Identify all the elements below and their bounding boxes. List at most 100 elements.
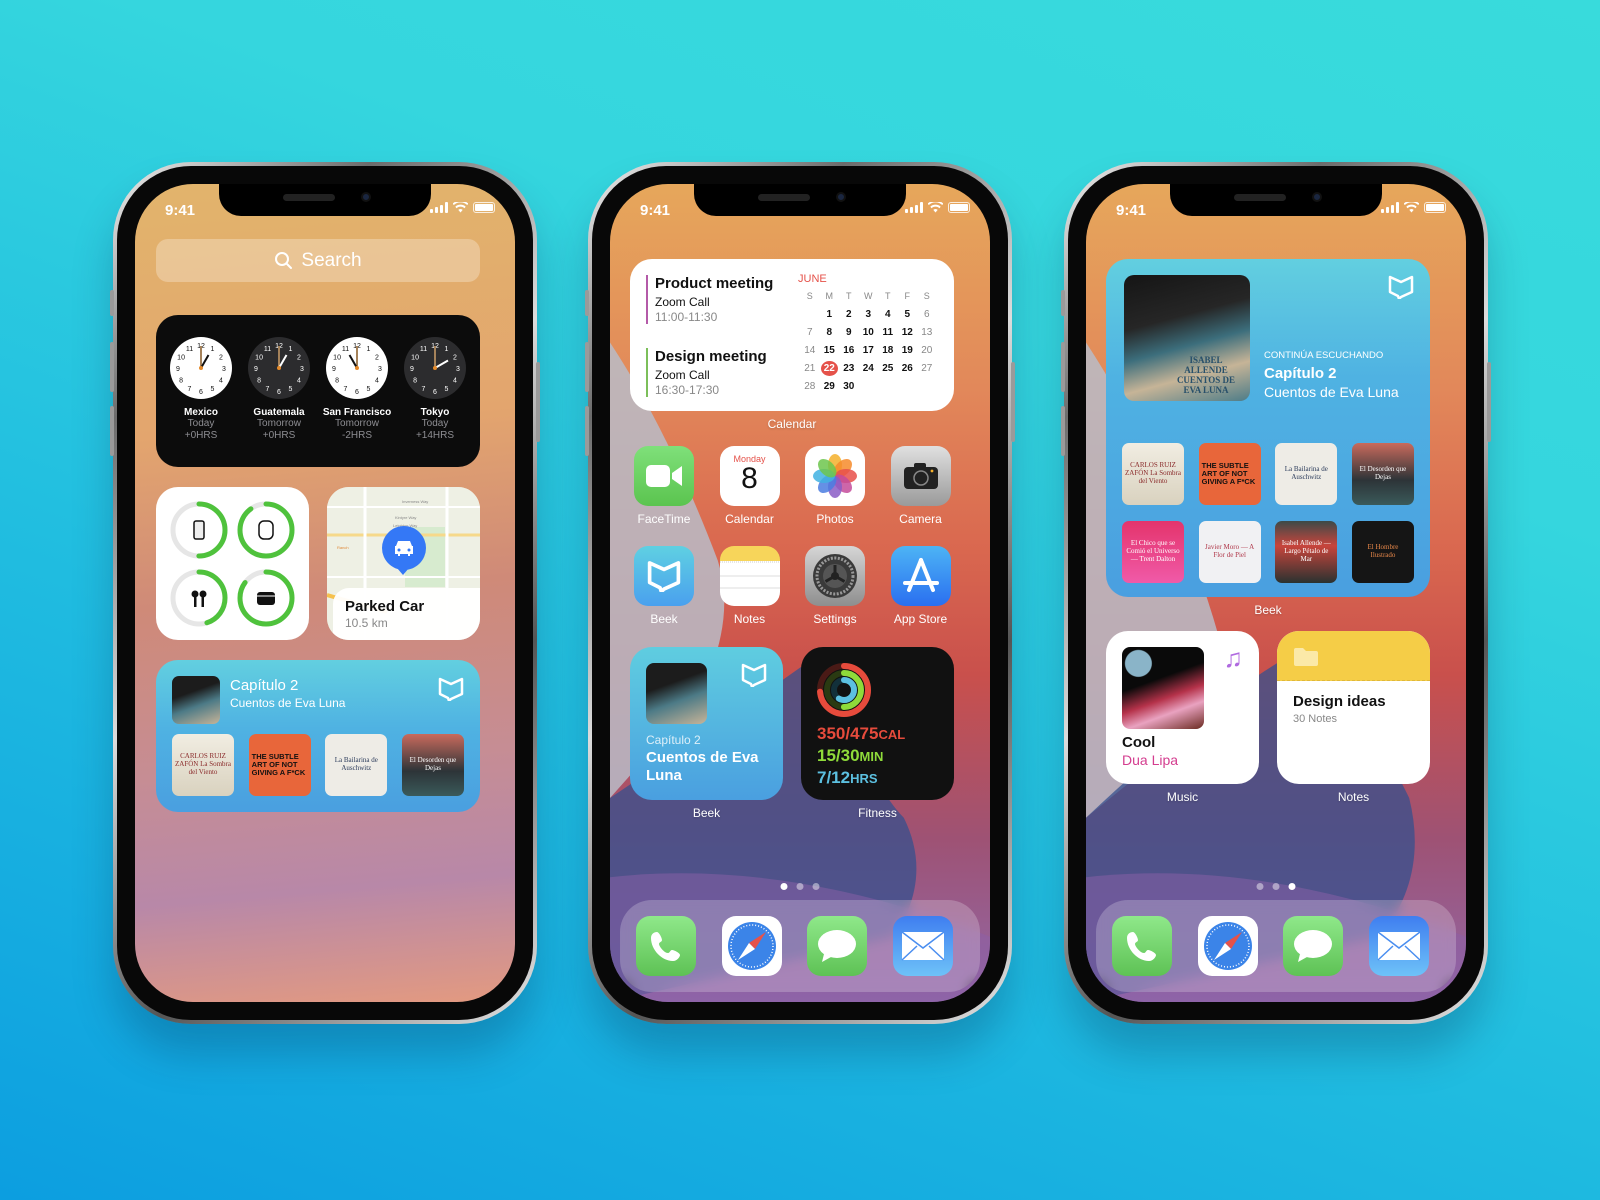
calendar-day[interactable]: 20 [917,343,937,358]
safari-icon [1202,920,1254,972]
calendar-day[interactable]: 11 [878,325,898,340]
book-cover[interactable] [646,663,707,724]
page-dot[interactable] [796,883,804,890]
book-cover[interactable]: CARLOS RUIZ ZAFÓN La Sombra del Viento [172,734,234,796]
weekday-header: F [904,291,911,301]
app-beek[interactable]: Beek [634,546,694,626]
calendar-day[interactable]: 28 [800,379,820,394]
app-app-store[interactable]: App Store [890,546,951,626]
calendar-icon: Monday 8 [719,446,780,506]
dock-app-messages[interactable] [1283,916,1343,976]
dock [620,900,980,992]
calendar-day[interactable]: 9 [839,325,859,340]
car-pin[interactable] [382,526,426,570]
volume-down-button [110,406,114,456]
book-cover[interactable]: El Chico que se Comió el Universo — Tren… [1122,521,1184,583]
calendar-day[interactable]: 22 [820,361,838,376]
fitness-widget[interactable]: 350/475CAL 15/30MIN 7/12HRS [801,647,954,800]
app-camera[interactable]: Camera [890,446,951,526]
battery-icon [473,202,495,213]
notch [694,184,906,216]
app-facetime[interactable]: FaceTime [634,446,694,526]
book-cover[interactable]: La Bailarina de Auschwitz [1275,443,1338,505]
batteries-widget[interactable] [156,487,309,640]
dock-app-messages[interactable] [807,916,867,976]
calendar-day[interactable]: 17 [859,343,879,358]
calendar-day[interactable]: 1 [820,307,840,322]
world-clock-widget[interactable]: 123456789101112MexicoToday+0HRS123456789… [156,315,480,467]
svg-text:4: 4 [375,378,379,385]
world-clock-city[interactable]: 123456789101112TokyoToday+14HRS [397,337,473,442]
calendar-day[interactable]: 25 [878,361,898,376]
page-dot[interactable] [780,883,788,890]
search-bar[interactable]: Search [156,239,480,282]
city-day: Today [187,418,215,429]
maps-widget[interactable]: Inverness Way Kintyre Way Leighton Way R… [327,487,480,640]
calendar-day[interactable]: 4 [878,307,898,322]
calendar-event[interactable]: Product meeting Zoom Call 11:00-11:30 [646,275,786,324]
calendar-day[interactable]: 8 [820,325,840,340]
calendar-widget[interactable]: Product meeting Zoom Call 11:00-11:30 Desig… [630,259,954,411]
beek-widget-medium[interactable]: Capítulo 2 Cuentos de Eva Luna CARLOS RU… [156,660,480,812]
world-clock-city[interactable]: 123456789101112San FranciscoTomorrow-2HR… [319,337,395,442]
app-calendar[interactable]: Monday 8 Calendar [719,446,780,526]
beek-widget-small[interactable]: Capítulo 2 Cuentos de Eva Luna [630,647,783,800]
calendar-day[interactable]: 16 [839,343,859,358]
app-notes[interactable]: Notes [719,546,780,626]
calendar-day[interactable]: 12 [898,325,918,340]
calendar-day[interactable]: 15 [820,343,840,358]
music-widget[interactable]: ♫ Cool Dua Lipa [1106,631,1259,784]
app-settings[interactable]: Settings [805,546,865,626]
calendar-day[interactable]: 14 [800,343,820,358]
calendar-day[interactable]: 27 [917,361,937,376]
book-cover[interactable]: La Bailarina de Auschwitz [325,734,388,796]
calendar-day[interactable]: 18 [878,343,898,358]
calendar-day[interactable]: 30 [839,379,859,394]
calendar-day[interactable]: 13 [917,325,937,340]
calendar-day[interactable]: 10 [859,325,879,340]
book-cover[interactable]: THE SUBTLE ART OF NOT GIVING A F*CK [1198,443,1261,505]
book-cover[interactable]: El Hombre Ilustrado [1351,521,1414,583]
page-indicator[interactable] [1256,883,1296,890]
calendar-day[interactable]: 19 [898,343,918,358]
city-name: San Francisco [322,407,392,418]
book-cover[interactable]: Isabel Allende — Largo Pétalo de Mar [1275,521,1338,583]
page-dot[interactable] [1256,883,1264,890]
calendar-day[interactable]: 6 [917,307,937,322]
calendar-day[interactable]: 21 [800,361,820,376]
battery-device [166,499,233,561]
calendar-event[interactable]: Design meeting Zoom Call 16:30-17:30 [646,348,786,397]
calendar-day[interactable]: 23 [839,361,859,376]
page-dot[interactable] [1272,883,1280,890]
book-cover[interactable]: El Desorden que Dejas [1351,443,1414,505]
notes-widget[interactable]: Design ideas 30 Notes [1277,631,1430,784]
calendar-day[interactable]: 2 [839,307,859,322]
album-art[interactable] [1122,647,1204,729]
page-indicator[interactable] [780,883,820,890]
book-cover-large[interactable]: ISABEL ALLENDE CUENTOS DE EVA LUNA [1124,275,1250,401]
calendar-day[interactable]: 7 [800,325,820,340]
app-photos[interactable]: Photos [805,446,865,526]
calendar-day[interactable]: 29 [820,379,840,394]
dock-app-mail[interactable] [892,916,953,976]
dock-app-mail[interactable] [1368,916,1429,976]
dock-app-safari[interactable] [721,916,782,976]
book-cover[interactable] [172,676,220,724]
book-cover[interactable]: Javier Moro — A Flor de Piel [1198,521,1261,583]
calendar-day[interactable]: 24 [859,361,879,376]
book-cover[interactable]: El Desorden que Dejas [401,734,464,796]
calendar-day[interactable]: 26 [898,361,918,376]
dock-app-phone[interactable] [636,916,696,976]
analog-clock-icon: 123456789101112 [326,337,388,399]
book-cover[interactable]: CARLOS RUIZ ZAFÓN La Sombra del Viento [1122,443,1184,505]
calendar-day[interactable]: 3 [859,307,879,322]
book-cover[interactable]: THE SUBTLE ART OF NOT GIVING A F*CK [248,734,311,796]
beek-widget-large[interactable]: ISABEL ALLENDE CUENTOS DE EVA LUNA CONTI… [1106,259,1430,597]
page-dot[interactable] [1288,883,1296,890]
calendar-day[interactable]: 5 [898,307,918,322]
page-dot[interactable] [812,883,820,890]
world-clock-city[interactable]: 123456789101112GuatemalaTomorrow+0HRS [241,337,317,442]
dock-app-phone[interactable] [1112,916,1172,976]
dock-app-safari[interactable] [1197,916,1258,976]
world-clock-city[interactable]: 123456789101112MexicoToday+0HRS [163,337,239,442]
